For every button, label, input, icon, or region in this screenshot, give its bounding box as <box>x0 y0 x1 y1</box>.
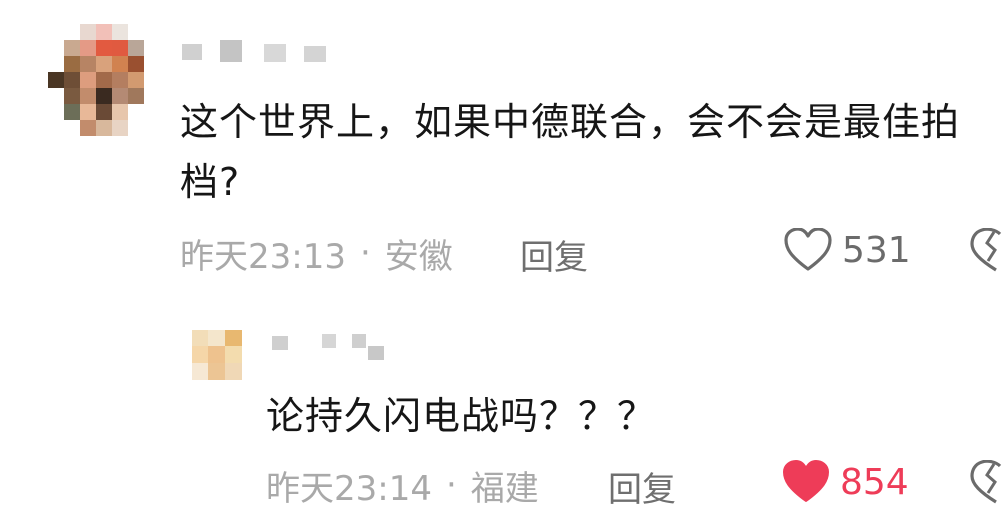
dislike-button[interactable] <box>970 459 1002 508</box>
avatar[interactable] <box>48 24 152 136</box>
like-count: 531 <box>842 229 911 271</box>
meta-separator: · <box>445 465 457 505</box>
like-button[interactable]: 531 <box>784 228 911 272</box>
comment-text: 这个世界上，如果中德联合，会不会是最佳拍档? <box>180 100 961 204</box>
reply-button[interactable]: 回复 <box>608 462 676 511</box>
comment-text: 论持久闪电战吗？？？ <box>266 394 657 438</box>
dislike-button[interactable] <box>970 227 1002 276</box>
comment-time: 昨天23:13 <box>180 236 346 277</box>
comment-location: 福建 <box>470 468 539 509</box>
reply-button[interactable]: 回复 <box>520 230 588 279</box>
comment-meta: 昨天23:13 · 安徽 <box>180 230 453 277</box>
like-button[interactable]: 854 <box>782 460 909 504</box>
comment-time: 昨天23:14 <box>266 468 432 509</box>
heart-filled-icon <box>783 460 829 502</box>
username-redacted[interactable] <box>180 40 350 64</box>
broken-heart-icon <box>970 227 1002 272</box>
username-redacted[interactable] <box>268 332 398 362</box>
broken-heart-icon <box>970 459 1002 504</box>
avatar[interactable] <box>192 330 242 380</box>
like-count: 854 <box>840 461 909 503</box>
comment-meta: 昨天23:14 · 福建 <box>266 462 539 509</box>
meta-separator: · <box>359 233 371 273</box>
heart-outline-icon <box>784 228 832 271</box>
comment-location: 安徽 <box>384 236 453 277</box>
